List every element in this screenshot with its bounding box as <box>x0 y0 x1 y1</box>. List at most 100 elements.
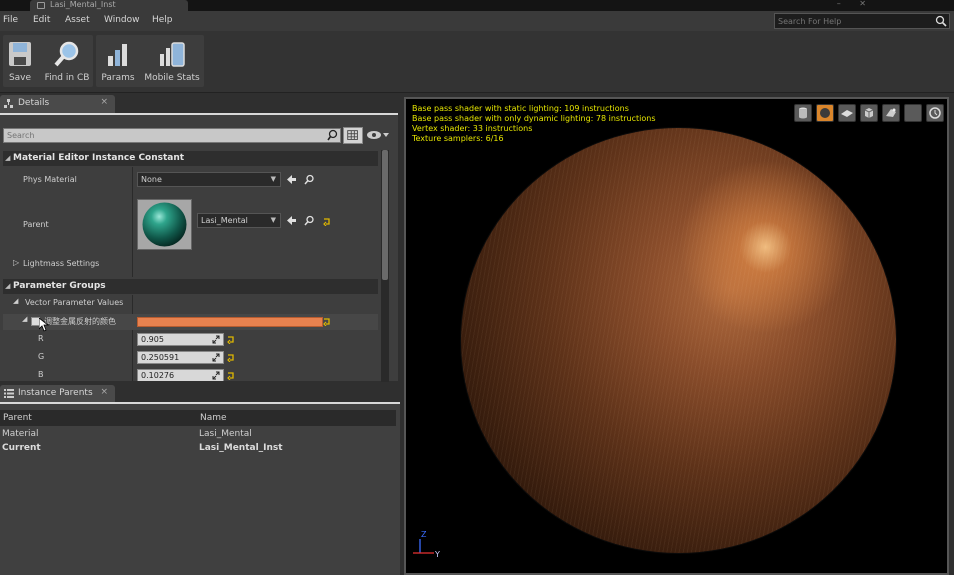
vector-parameter-values-row[interactable]: ◢ Vector Parameter Values <box>3 296 378 312</box>
stat-line: Base pass shader with only dynamic light… <box>412 114 656 123</box>
reset-to-default-icon[interactable] <box>323 317 331 326</box>
section-header-instance-constant[interactable]: ◢ Material Editor Instance Constant <box>3 151 378 166</box>
section-header-parameter-groups[interactable]: ◢ Parameter Groups <box>3 279 378 294</box>
parent-material-thumbnail[interactable] <box>137 199 192 250</box>
vector-parameter-values-label: Vector Parameter Values <box>25 298 124 307</box>
spinner-icon[interactable] <box>212 335 220 344</box>
mobile-stats-button[interactable]: Mobile Stats <box>142 35 202 87</box>
menu-file[interactable]: File <box>3 15 18 25</box>
find-in-cb-label: Find in CB <box>44 73 90 83</box>
menu-asset[interactable]: Asset <box>65 15 90 25</box>
channel-b-row: B 0.10276 <box>3 368 378 381</box>
arrow-left-icon[interactable] <box>286 174 297 185</box>
phys-material-combo[interactable]: None ▼ <box>137 172 281 187</box>
table-row[interactable]: Current Lasi_Mental_Inst <box>0 442 396 456</box>
realtime-icon <box>929 107 941 119</box>
parent-combo[interactable]: Lasi_Mental ▼ <box>197 213 281 228</box>
phys-material-value: None <box>141 175 162 184</box>
list-icon <box>4 389 14 398</box>
params-label: Params <box>101 73 135 83</box>
details-icon <box>4 99 13 108</box>
column-header-parent[interactable]: Parent <box>3 413 32 423</box>
mesh-button[interactable] <box>882 104 900 122</box>
realtime-button[interactable] <box>926 104 944 122</box>
chevron-down-icon: ▼ <box>270 175 276 183</box>
details-panel: ◢ Material Editor Instance Constant Phys… <box>0 113 398 382</box>
window-controls[interactable]: – ✕ <box>837 0 874 8</box>
menu-window[interactable]: Window <box>104 15 140 25</box>
details-search <box>3 128 341 143</box>
channel-r-label: R <box>38 334 44 343</box>
magnifier-icon <box>54 41 79 67</box>
stat-line: Texture samplers: 6/16 <box>412 134 504 143</box>
title-strip: Lasi_Mental_Inst – ✕ <box>0 0 954 11</box>
table-row[interactable]: Material Lasi_Mental <box>0 428 396 442</box>
close-icon[interactable]: × <box>100 387 108 397</box>
cylinder-button[interactable] <box>794 104 812 122</box>
section-title: Parameter Groups <box>13 281 106 291</box>
lightmass-settings-row[interactable]: ▷ Lightmass Settings <box>3 257 378 271</box>
channel-b-value: 0.10276 <box>141 371 175 380</box>
reset-to-default-icon[interactable] <box>227 353 235 362</box>
spinner-icon[interactable] <box>212 353 220 362</box>
plane-icon <box>841 110 853 117</box>
collapse-arrow-icon: ◢ <box>5 282 11 290</box>
scrollbar-thumb[interactable] <box>382 150 388 280</box>
axis-gizmo: Z Y <box>413 530 440 559</box>
channel-g-field[interactable]: 0.250591 <box>137 351 224 364</box>
params-button[interactable]: Params <box>98 35 138 87</box>
cylinder-icon <box>799 107 807 119</box>
blank-toggle-button[interactable] <box>904 104 922 122</box>
color-swatch[interactable] <box>137 317 323 327</box>
details-scrollbar[interactable] <box>381 150 389 382</box>
document-tab-title: Lasi_Mental_Inst <box>50 0 116 9</box>
details-tab[interactable]: Details × <box>0 95 115 113</box>
preview-viewport[interactable]: Base pass shader with static lighting: 1… <box>404 97 949 575</box>
browse-search-icon[interactable] <box>304 215 315 226</box>
channel-b-label: B <box>38 370 44 379</box>
menu-edit[interactable]: Edit <box>33 15 50 25</box>
axis-z-label: Z <box>421 530 427 539</box>
plane-button[interactable] <box>838 104 856 122</box>
sphere-button[interactable] <box>816 104 834 122</box>
channel-r-field[interactable]: 0.905 <box>137 333 224 346</box>
document-tab[interactable]: Lasi_Mental_Inst <box>30 0 188 11</box>
toolbar-group-file: Save Find in CB <box>3 35 93 87</box>
expand-arrow-icon: ▷ <box>13 258 20 267</box>
bars-icon <box>108 44 127 66</box>
channel-b-field[interactable]: 0.10276 <box>137 369 224 381</box>
search-icon[interactable] <box>935 15 947 27</box>
reset-to-default-icon[interactable] <box>227 335 235 344</box>
close-icon[interactable]: × <box>100 97 108 107</box>
channel-g-value: 0.250591 <box>141 353 180 362</box>
search-icon[interactable] <box>327 129 339 142</box>
menu-help[interactable]: Help <box>152 15 173 25</box>
help-search-input[interactable] <box>775 14 935 28</box>
details-search-input[interactable] <box>4 129 324 142</box>
property-matrix-button[interactable] <box>343 127 363 144</box>
mesh-icon <box>886 108 896 117</box>
arrow-left-icon[interactable] <box>286 215 297 226</box>
collapse-arrow-icon: ◢ <box>22 315 28 323</box>
reset-to-default-icon[interactable] <box>227 371 235 380</box>
collapse-arrow-icon: ◢ <box>5 154 11 162</box>
spinner-icon[interactable] <box>212 371 220 380</box>
reset-to-default-icon[interactable] <box>323 217 331 226</box>
mouse-cursor-icon <box>39 318 49 332</box>
parent-label: Parent <box>23 220 49 229</box>
instance-parents-tab[interactable]: Instance Parents × <box>0 385 115 402</box>
eye-icon[interactable] <box>366 129 390 141</box>
mobile-stats-icon <box>160 42 185 67</box>
help-search <box>774 13 950 29</box>
channel-g-row: G 0.250591 <box>3 350 378 366</box>
cube-button[interactable] <box>860 104 878 122</box>
mobile-stats-label: Mobile Stats <box>144 73 200 83</box>
column-header-name[interactable]: Name <box>200 413 227 423</box>
stat-line: Base pass shader with static lighting: 1… <box>412 104 629 113</box>
sphere-thumbnail-icon <box>138 200 191 249</box>
find-in-cb-button[interactable]: Find in CB <box>41 35 93 87</box>
parent-value: Lasi_Mental <box>201 216 248 225</box>
cube-icon <box>864 108 874 118</box>
browse-search-icon[interactable] <box>304 174 315 185</box>
save-button[interactable]: Save <box>3 35 37 87</box>
